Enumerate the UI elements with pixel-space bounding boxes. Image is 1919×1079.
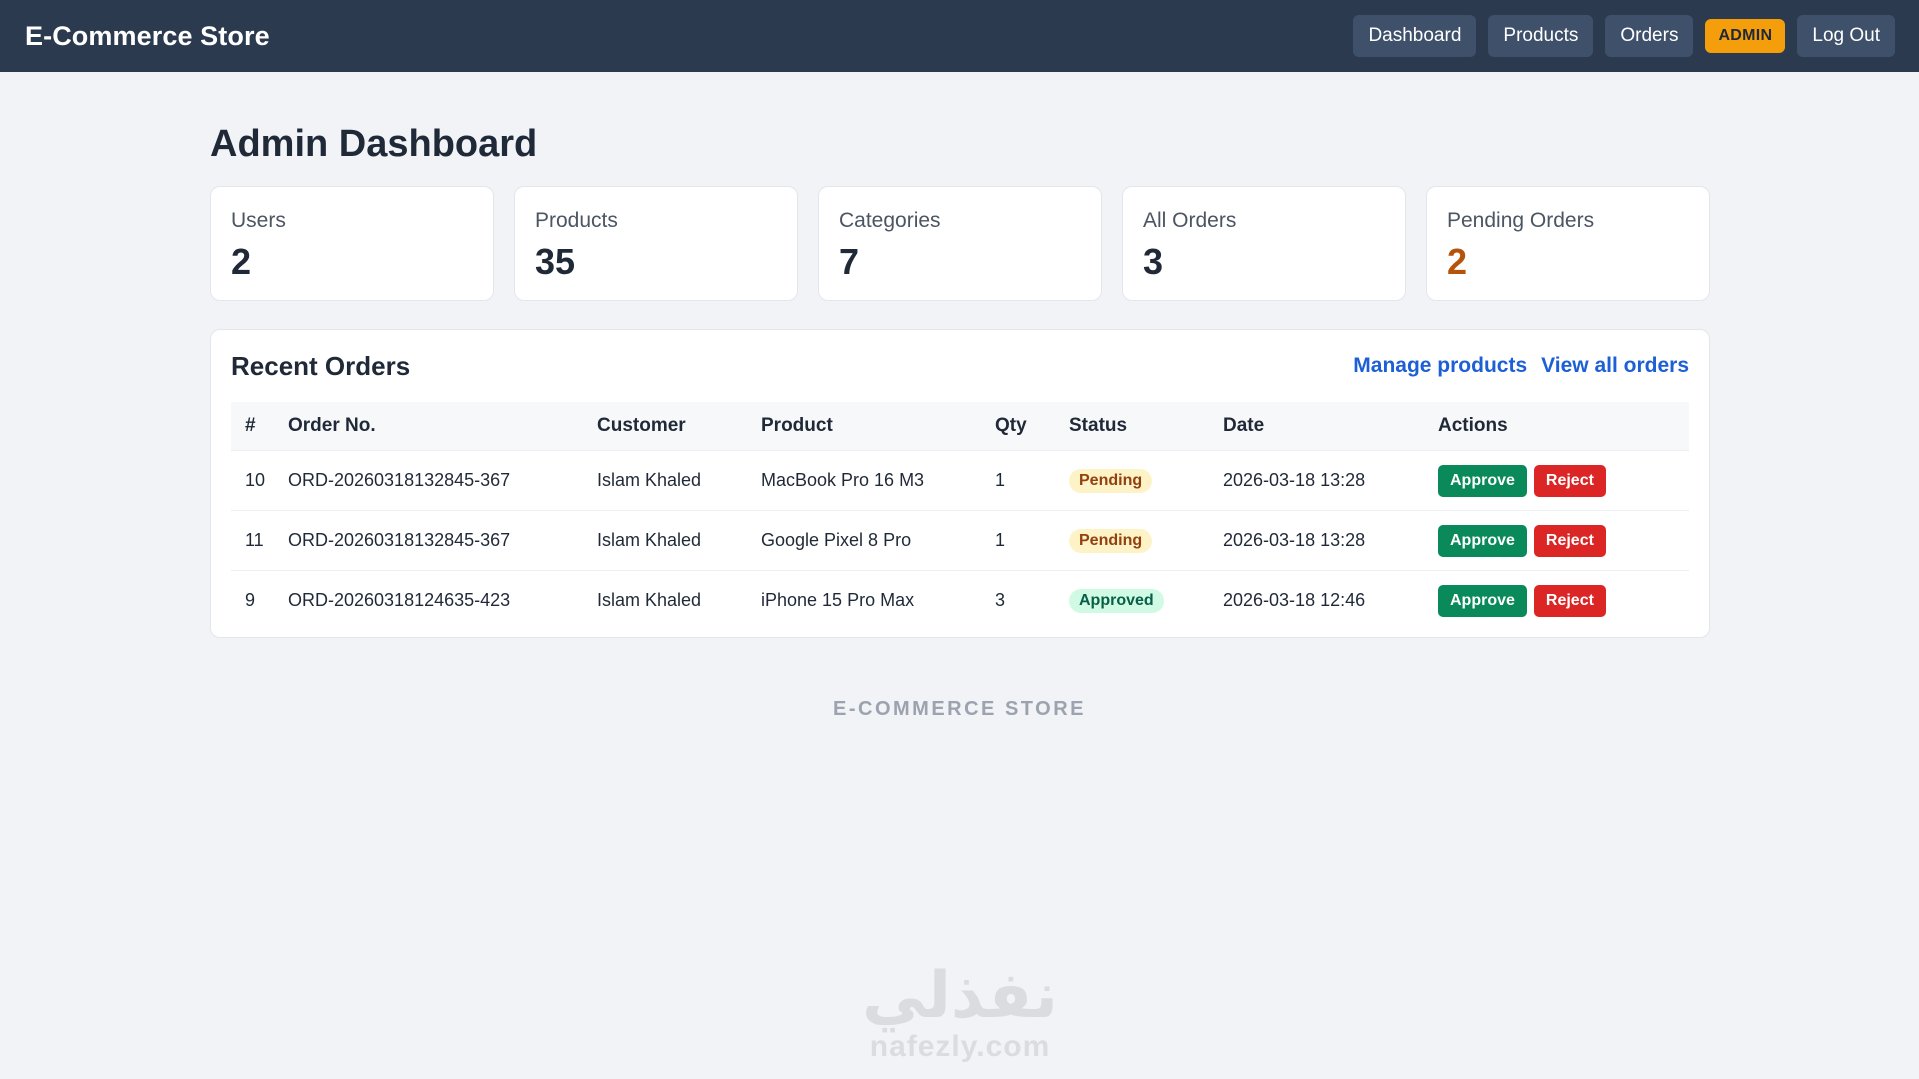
order-status-cell: Pending — [1068, 510, 1222, 571]
logout-button[interactable]: Log Out — [1797, 15, 1895, 57]
order-qty: 1 — [994, 510, 1068, 571]
reject-button[interactable]: Reject — [1533, 584, 1606, 617]
order-id: 9 — [231, 570, 287, 630]
stat-label: Pending Orders — [1447, 209, 1595, 232]
approve-button[interactable]: Approve — [1438, 524, 1527, 557]
stat-label: Categories — [839, 209, 941, 232]
stat-value: 7 — [839, 241, 860, 282]
recent-orders-card: Recent Orders Manage products View all o… — [210, 329, 1710, 638]
column-header: Qty — [995, 415, 1027, 436]
stat-card-categories: Categories 7 — [818, 186, 1102, 301]
order-number: ORD-20260318132845-367 — [287, 450, 596, 511]
order-date: 2026-03-18 13:28 — [1222, 450, 1437, 511]
status-badge: Pending — [1069, 468, 1153, 493]
nav-links: Dashboard Products Orders ADMIN Log Out — [1353, 15, 1895, 57]
nav-dashboard-button[interactable]: Dashboard — [1353, 15, 1477, 57]
approve-button[interactable]: Approve — [1438, 584, 1527, 617]
stat-card-users: Users 2 — [210, 186, 494, 301]
stat-label: All Orders — [1143, 209, 1237, 232]
recent-orders-title: Recent Orders — [231, 350, 411, 381]
order-qty: 1 — [994, 450, 1068, 511]
table-row: 9 ORD-20260318124635-423 Islam Khaled iP… — [231, 570, 1689, 630]
status-badge: Approved — [1069, 588, 1164, 613]
order-product: MacBook Pro 16 M3 — [760, 450, 994, 511]
order-customer: Islam Khaled — [596, 570, 760, 630]
view-all-orders-link[interactable]: View all orders — [1541, 354, 1689, 378]
order-product: iPhone 15 Pro Max — [760, 570, 994, 630]
reject-button[interactable]: Reject — [1533, 464, 1606, 497]
order-customer: Islam Khaled — [596, 450, 760, 511]
table-row: 11 ORD-20260318132845-367 Islam Khaled G… — [231, 510, 1689, 571]
recent-orders-header: Recent Orders Manage products View all o… — [231, 330, 1689, 402]
stat-value: 35 — [535, 241, 576, 282]
stat-card-all-orders: All Orders 3 — [1122, 186, 1406, 301]
stat-value: 2 — [231, 241, 252, 282]
footer-brand: E-COMMERCE STORE — [833, 698, 1086, 720]
order-number: ORD-20260318124635-423 — [287, 570, 596, 630]
order-id: 11 — [231, 510, 287, 571]
brand-logo[interactable]: E-Commerce Store — [25, 21, 270, 52]
recent-orders-links: Manage products View all orders — [1353, 354, 1689, 378]
main-content: Admin Dashboard Users 2 Products 35 Cate… — [210, 72, 1710, 638]
column-header: Product — [761, 415, 833, 436]
nav-orders-button[interactable]: Orders — [1605, 15, 1694, 57]
top-navbar: E-Commerce Store Dashboard Products Orde… — [0, 0, 1919, 72]
table-row: 10 ORD-20260318132845-367 Islam Khaled M… — [231, 450, 1689, 511]
watermark-url: nafezly.com — [869, 1030, 1051, 1063]
table-header-row: # Order No. Customer Product Qty Status … — [231, 402, 1689, 451]
orders-table: # Order No. Customer Product Qty Status … — [231, 402, 1689, 630]
admin-badge: ADMIN — [1705, 19, 1786, 53]
stat-label: Users — [231, 209, 286, 232]
column-header: Customer — [597, 415, 686, 436]
order-date: 2026-03-18 13:28 — [1222, 510, 1437, 571]
approve-button[interactable]: Approve — [1438, 464, 1527, 497]
stat-label: Products — [535, 209, 618, 232]
nav-products-button[interactable]: Products — [1488, 15, 1594, 57]
stat-card-pending-orders: Pending Orders 2 — [1426, 186, 1710, 301]
status-badge: Pending — [1069, 528, 1153, 553]
watermark-arabic: نفذلي — [862, 959, 1058, 1031]
order-actions: Approve Reject — [1437, 450, 1689, 511]
order-status-cell: Pending — [1068, 450, 1222, 511]
order-qty: 3 — [994, 570, 1068, 630]
page-title: Admin Dashboard — [210, 123, 538, 165]
manage-products-link[interactable]: Manage products — [1353, 354, 1527, 378]
column-header: Order No. — [288, 415, 376, 436]
stat-card-products: Products 35 — [514, 186, 798, 301]
column-header: # — [245, 415, 256, 436]
reject-button[interactable]: Reject — [1533, 524, 1606, 557]
order-status-cell: Approved — [1068, 570, 1222, 630]
stat-value: 3 — [1143, 241, 1164, 282]
order-product: Google Pixel 8 Pro — [760, 510, 994, 571]
column-header: Actions — [1438, 415, 1508, 436]
order-customer: Islam Khaled — [596, 510, 760, 571]
order-actions: Approve Reject — [1437, 570, 1689, 630]
stats-row: Users 2 Products 35 Categories 7 All Ord… — [210, 186, 1710, 301]
order-number: ORD-20260318132845-367 — [287, 510, 596, 571]
column-header: Status — [1069, 415, 1128, 436]
stat-value: 2 — [1447, 241, 1468, 282]
order-id: 10 — [231, 450, 287, 511]
watermark-logo: نفذلي nafezly.com — [845, 960, 1075, 1079]
column-header: Date — [1223, 415, 1265, 436]
order-actions: Approve Reject — [1437, 510, 1689, 571]
order-date: 2026-03-18 12:46 — [1222, 570, 1437, 630]
